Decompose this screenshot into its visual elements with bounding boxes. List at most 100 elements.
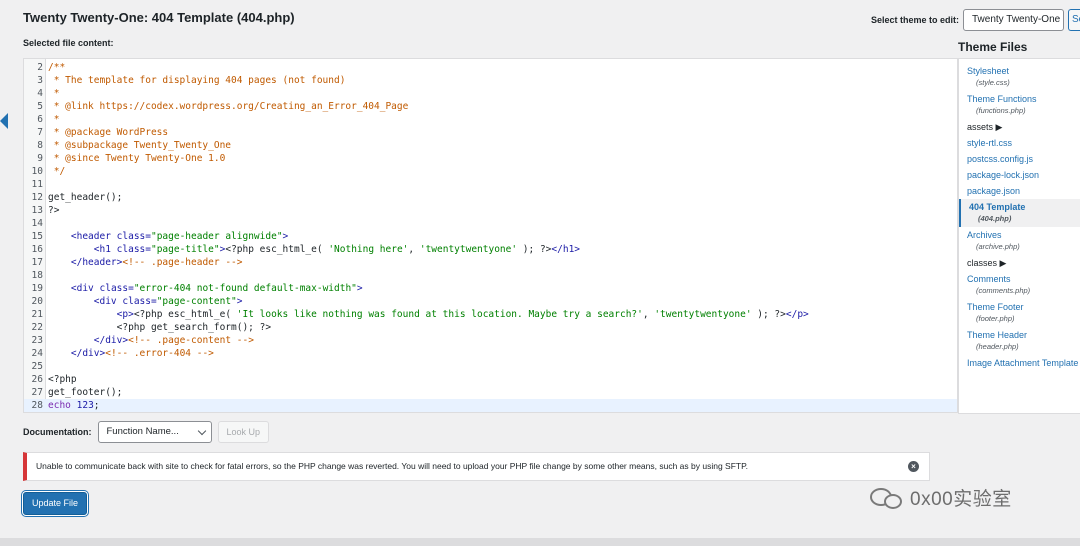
code-token: ); ?> (751, 309, 786, 320)
line-number: 2 (37, 62, 43, 73)
file-name: classes ▶ (967, 258, 1007, 268)
code-content[interactable]: 2/** 3 * The template for displaying 404 … (24, 61, 957, 412)
code-token: * @subpackage Twenty_Twenty_One (48, 140, 232, 151)
code-line[interactable]: 20 <div class="page-content"> (24, 295, 957, 308)
theme-select-label: Select theme to edit: (870, 15, 959, 25)
code-line[interactable]: 21 <p><?php esc_html_e( 'It looks like n… (24, 308, 957, 321)
code-line[interactable]: 11 (24, 178, 957, 191)
file-item[interactable]: Stylesheet (style.css) (959, 63, 1080, 91)
page-title: Twenty Twenty-One: 404 Template (404.php… (23, 10, 295, 25)
theme-files-title: Theme Files (958, 40, 1028, 54)
code-token: </p> (785, 309, 809, 320)
code-token: , (642, 309, 655, 320)
file-subname: (functions.php) (976, 106, 1026, 115)
theme-select-area: Select theme to edit: Twenty Twenty-One … (871, 9, 1080, 31)
line-number: 16 (31, 244, 43, 255)
code-token: 'Nothing here' (328, 244, 409, 255)
line-number: 26 (31, 374, 43, 385)
file-item[interactable]: 404 Template (404.php) (959, 199, 1080, 227)
line-number: 28 (31, 400, 43, 411)
code-line[interactable]: 4 * (24, 87, 957, 100)
file-item[interactable]: Theme Footer (footer.php) (959, 299, 1080, 327)
line-number: 7 (37, 127, 43, 138)
line-number: 6 (37, 114, 43, 125)
code-line[interactable]: 12 get_header(); (24, 191, 957, 204)
code-line[interactable]: 27 get_footer(); (24, 386, 957, 399)
file-subname: (archive.php) (976, 242, 1020, 251)
file-item[interactable]: Comments (comments.php) (959, 271, 1080, 299)
file-item[interactable]: postcss.config.js (959, 151, 1080, 167)
file-item[interactable]: Theme Functions (functions.php) (959, 91, 1080, 119)
code-line[interactable]: 8 * @subpackage Twenty_Twenty_One (24, 139, 957, 152)
theme-select-submit-button[interactable]: Se (1068, 9, 1080, 31)
code-editor[interactable]: 2/** 3 * The template for displaying 404 … (23, 58, 958, 413)
code-text: </div><!-- .page-content --> (48, 334, 254, 347)
code-token: class= (116, 231, 151, 242)
code-line[interactable]: 24 </div><!-- .error-404 --> (24, 347, 957, 360)
file-name: Theme Header (967, 330, 1028, 340)
code-token: </div> (93, 335, 129, 346)
watermark: 0x00实验室 (870, 484, 1012, 511)
code-line[interactable]: 18 (24, 269, 957, 282)
line-number: 9 (37, 153, 43, 164)
watermark-text: 0x00实验室 (910, 489, 1012, 510)
function-name-select[interactable]: Function Name... (97, 421, 212, 443)
code-line[interactable]: 16 <h1 class="page-title"><?php esc_html… (24, 243, 957, 256)
file-item[interactable]: style-rtl.css (959, 135, 1080, 151)
look-up-button[interactable]: Look Up (217, 421, 270, 443)
file-item[interactable]: Archives (archive.php) (959, 227, 1080, 255)
chat-bubble-small (884, 493, 902, 509)
file-subname: (404.php) (978, 214, 1012, 223)
close-icon[interactable]: × (908, 461, 919, 472)
code-token: <?php esc_html_e( (133, 309, 237, 320)
theme-select-dropdown[interactable]: Twenty Twenty-One (963, 9, 1064, 31)
code-token: <p> (116, 309, 134, 320)
file-item[interactable]: Theme Header (header.php) (959, 327, 1080, 355)
code-text: <div class="error-404 not-found default-… (48, 282, 363, 295)
code-text: ?> (48, 204, 59, 217)
code-token: > (282, 231, 289, 242)
code-line[interactable]: 3 * The template for displaying 404 page… (24, 74, 957, 87)
code-token: > (236, 296, 243, 307)
code-line[interactable]: 5 * @link https://codex.wordpress.org/Cr… (24, 100, 957, 113)
code-token: * (48, 114, 60, 125)
code-line[interactable]: 19 <div class="error-404 not-found defau… (24, 282, 957, 295)
code-text: </div><!-- .error-404 --> (48, 347, 214, 360)
file-item[interactable]: package-lock.json (959, 167, 1080, 183)
code-line[interactable]: 28 echo 123; (24, 399, 957, 412)
code-line[interactable]: 7 * @package WordPress (24, 126, 957, 139)
code-line[interactable]: 13 ?> (24, 204, 957, 217)
file-name: Archives (967, 230, 1002, 240)
file-item[interactable]: Image Attachment Template (959, 355, 1080, 371)
line-number: 27 (31, 387, 43, 398)
code-line[interactable]: 23 </div><!-- .page-content --> (24, 334, 957, 347)
code-text: <h1 class="page-title"><?php esc_html_e(… (48, 243, 580, 256)
file-name: style-rtl.css (967, 138, 1012, 148)
line-number: 12 (31, 192, 43, 203)
code-line[interactable]: 22 <?php get_search_form(); ?> (24, 321, 957, 334)
update-file-button[interactable]: Update File (23, 492, 87, 515)
code-line[interactable]: 9 * @since Twenty Twenty-One 1.0 (24, 152, 957, 165)
code-line[interactable]: 25 (24, 360, 957, 373)
file-folder-item[interactable]: assets ▶ (959, 119, 1080, 135)
code-token: 'twentytwentyone' (419, 244, 518, 255)
file-name: Theme Functions (967, 94, 1037, 104)
code-text: get_header(); (48, 191, 122, 204)
code-line[interactable]: 14 (24, 217, 957, 230)
code-line[interactable]: 26 <?php (24, 373, 957, 386)
code-line[interactable]: 17 </header><!-- .page-header --> (24, 256, 957, 269)
code-line[interactable]: 15 <header class="page-header alignwide"… (24, 230, 957, 243)
code-line[interactable]: 2 /** (24, 61, 957, 74)
code-token: * The template for displaying 404 pages … (48, 75, 346, 86)
code-text: * The template for displaying 404 pages … (48, 74, 346, 87)
file-folder-item[interactable]: classes ▶ (959, 255, 1080, 271)
line-number: 22 (31, 322, 43, 333)
code-text: <div class="page-content"> (48, 295, 243, 308)
code-line[interactable]: 6 * (24, 113, 957, 126)
code-line[interactable]: 10 */ (24, 165, 957, 178)
file-item[interactable]: package.json (959, 183, 1080, 199)
